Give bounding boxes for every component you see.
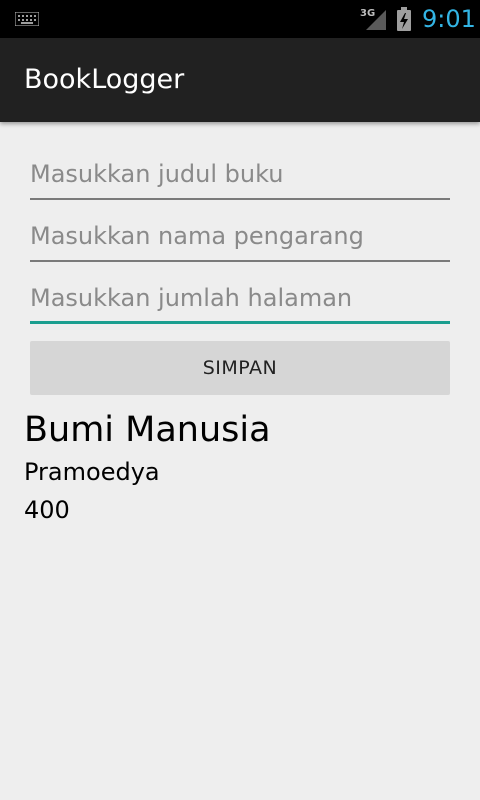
network-type-label: 3G [360,8,375,19]
book-title-text: Bumi Manusia [24,410,271,450]
author-name-input[interactable] [30,212,450,262]
status-clock: 9:01 [422,5,476,33]
battery-charging-icon [397,7,411,31]
book-title-input[interactable] [30,150,450,200]
book-author-text: Pramoedya [24,458,160,486]
signal-3g-icon: 3G [360,8,386,30]
app-title: BookLogger [24,64,185,95]
status-bar: 3G 9:01 [0,0,480,38]
keyboard-icon [15,12,39,26]
page-count-input[interactable] [30,274,450,324]
book-pages-text: 400 [24,496,70,524]
save-button[interactable]: SIMPAN [30,341,450,395]
action-bar: BookLogger [0,38,480,122]
